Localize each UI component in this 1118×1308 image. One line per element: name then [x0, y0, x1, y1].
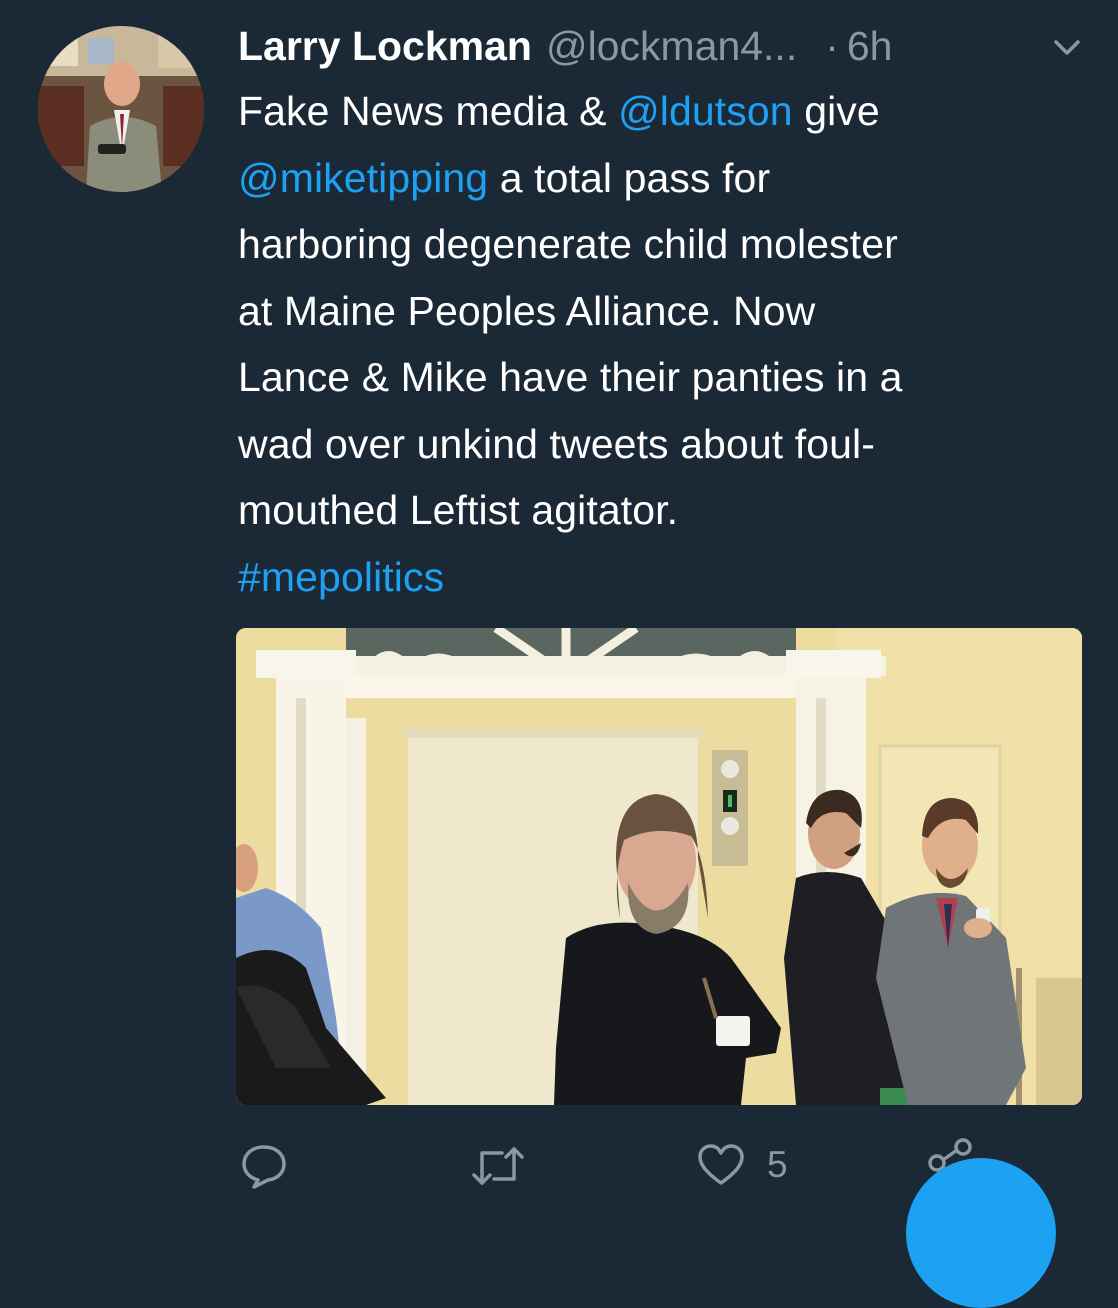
tweet-text-segment: a total pass for: [488, 154, 771, 201]
tweet-text-line: wad over unkind tweets about foul-: [238, 411, 1088, 478]
tweet-text-line: mouthed Leftist agitator.: [238, 477, 1088, 544]
tweet-text-segment: harboring degenerate child molester: [238, 221, 898, 267]
author-avatar[interactable]: [38, 26, 204, 192]
mention-link[interactable]: @ldutson: [618, 88, 793, 134]
tweet-photo[interactable]: [236, 628, 1082, 1105]
tweet-timestamp[interactable]: 6h: [847, 16, 893, 76]
heart-icon: [697, 1143, 745, 1187]
retweet-button[interactable]: [470, 1143, 526, 1189]
chevron-down-icon[interactable]: [1050, 34, 1084, 62]
tweet-text-segment: mouthed Leftist agitator.: [238, 487, 679, 533]
reply-button[interactable]: [240, 1143, 288, 1189]
compose-tweet-button[interactable]: [906, 1158, 1056, 1308]
tweet[interactable]: Larry Lockman @lockman4... · 6h Fake New…: [0, 0, 1118, 1308]
tweet-text-line: Lance & Mike have their panties in a: [238, 344, 1088, 411]
mention-link[interactable]: @miketipping: [238, 155, 488, 201]
tweet-text-line: harboring degenerate child molester: [238, 211, 1088, 278]
tweet-text-segment: Lance & Mike have their panties in a: [238, 354, 903, 400]
author-handle[interactable]: @lockman4...: [546, 16, 797, 76]
hashtag-link[interactable]: #mepolitics: [238, 554, 444, 600]
reply-icon: [240, 1143, 288, 1189]
tweet-text-line: Fake News media & @ldutson give: [238, 78, 1088, 145]
like-button[interactable]: 5: [697, 1143, 788, 1187]
author-name[interactable]: Larry Lockman: [238, 16, 532, 76]
tweet-text-line: @miketipping a total pass for: [238, 145, 1088, 212]
separator-dot: ·: [825, 23, 839, 69]
tweet-text-segment: wad over unkind tweets about foul-: [238, 420, 875, 467]
tweet-text-segment: at Maine Peoples Alliance. Now: [238, 287, 816, 334]
tweet-header: Larry Lockman @lockman4... · 6h: [238, 16, 892, 80]
tweet-text-segment: Fake News media &: [238, 88, 619, 134]
tweet-text-segment: give: [792, 88, 880, 134]
like-count: 5: [767, 1144, 788, 1185]
tweet-text-line: #mepolitics: [238, 544, 1088, 611]
tweet-text-line: at Maine Peoples Alliance. Now: [238, 278, 1088, 345]
retweet-icon: [470, 1143, 526, 1189]
tweet-text: Fake News media & @ldutson give @miketipp…: [238, 78, 1088, 610]
